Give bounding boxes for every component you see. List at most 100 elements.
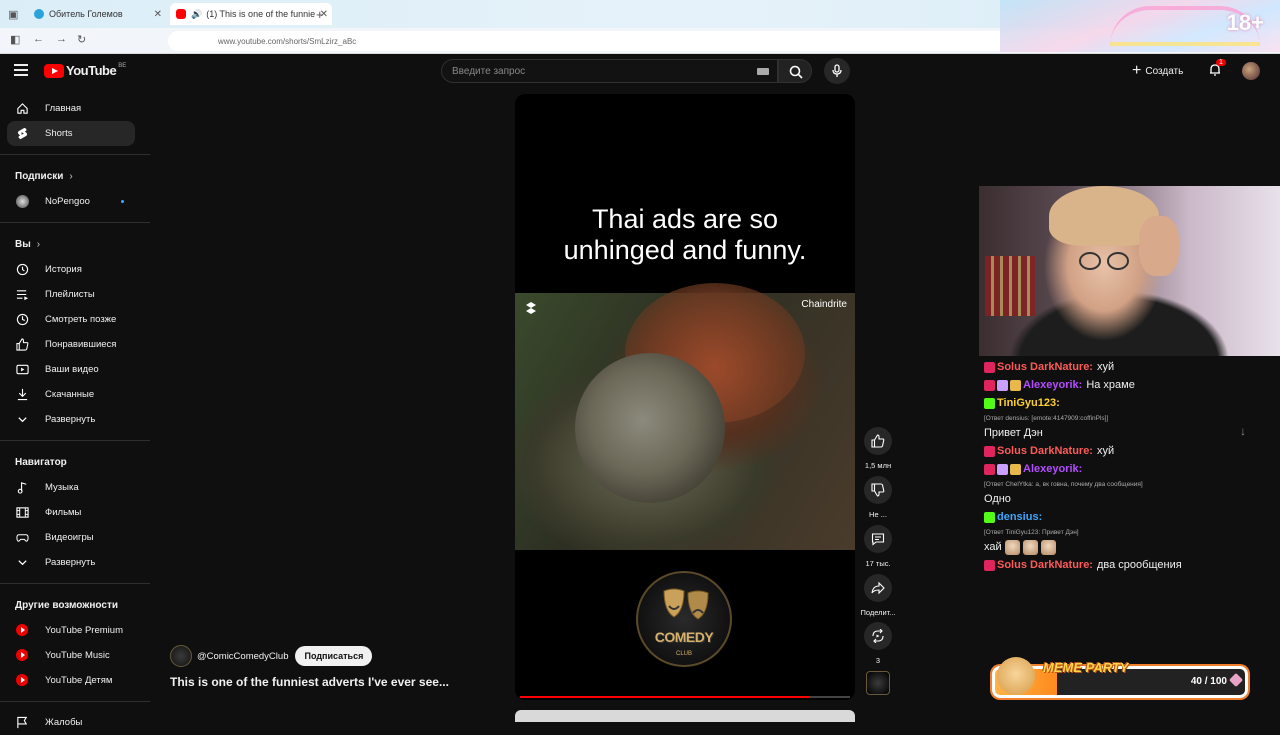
next-short-preview[interactable] bbox=[515, 710, 855, 722]
account-avatar[interactable] bbox=[1242, 62, 1260, 80]
share-button[interactable] bbox=[864, 574, 892, 602]
webcam-background-shelf bbox=[985, 256, 1035, 316]
sidebar-toggle-icon[interactable]: ◧ bbox=[10, 33, 20, 46]
video-progress-bar[interactable] bbox=[520, 696, 850, 698]
sidebar-item-label: Скачанные bbox=[45, 389, 95, 400]
sidebar-item-expand-you[interactable]: Развернуть bbox=[0, 407, 150, 432]
sidebar-item-history[interactable]: История bbox=[0, 257, 150, 282]
chat-username[interactable]: TiniGyu123: bbox=[997, 397, 1060, 409]
sidebar-item-home[interactable]: Главная bbox=[0, 96, 150, 121]
youtube-logo[interactable]: YouTube BE bbox=[44, 63, 126, 78]
sidebar-item-films[interactable]: Фильмы bbox=[0, 500, 150, 525]
speaker-icon: 🔊 bbox=[191, 8, 203, 19]
reload-icon[interactable]: ↻ bbox=[77, 33, 86, 46]
chat-username[interactable]: Solus DarkNature: bbox=[997, 445, 1093, 457]
like-action[interactable]: 1,5 млн bbox=[862, 427, 894, 470]
video-caption: Thai ads are so unhinged and funny. bbox=[515, 204, 855, 266]
video-title[interactable]: This is one of the funniest adverts I've… bbox=[170, 675, 449, 689]
notifications-button[interactable]: 1 bbox=[1208, 59, 1226, 77]
chat-reply-context: [Ответ ChelYtka: а, вк говна, почему два… bbox=[984, 480, 1143, 488]
forward-icon[interactable]: → bbox=[56, 33, 67, 45]
search-input[interactable]: Введите запрос bbox=[441, 59, 778, 83]
sidebar-item-label: Плейлисты bbox=[45, 289, 95, 300]
chat-text: Привет Дэн bbox=[984, 427, 1043, 439]
back-icon[interactable]: ← bbox=[33, 33, 44, 45]
sidebar-item-label: История bbox=[45, 264, 82, 275]
chat-reply-context: [Ответ densius: [emote:4147909:coffinPls… bbox=[984, 414, 1109, 422]
sidebar-item-nopengoo[interactable]: NoPengoo bbox=[0, 189, 150, 214]
sidebar-item-watch-later[interactable]: Смотреть позже bbox=[0, 307, 150, 332]
sidebar-item-report-history[interactable]: Жалобы bbox=[0, 710, 150, 735]
sidebar-item-expand-explore[interactable]: Развернуть bbox=[0, 550, 150, 575]
sidebar-item-your-videos[interactable]: Ваши видео bbox=[0, 357, 150, 382]
sidebar-item-youtube-music[interactable]: YouTube Music bbox=[0, 643, 150, 668]
webcam-glasses-right bbox=[1107, 252, 1129, 270]
dislike-label: Не ... bbox=[869, 510, 887, 519]
sidebar-item-music[interactable]: Музыка bbox=[0, 475, 150, 500]
sidebar-divider bbox=[0, 222, 150, 223]
sidebar-item-liked[interactable]: Понравившиеся bbox=[0, 332, 150, 357]
menu-icon[interactable] bbox=[14, 64, 28, 76]
create-button[interactable]: + Создать bbox=[1132, 62, 1183, 80]
chat-username[interactable]: Solus DarkNature: bbox=[997, 361, 1093, 373]
arrow-down-icon[interactable]: ↓ bbox=[1240, 424, 1246, 438]
you-header[interactable]: Вы › bbox=[0, 231, 150, 257]
subscribe-button[interactable]: Подписаться bbox=[295, 646, 373, 666]
remix-action[interactable]: 3 bbox=[862, 622, 894, 665]
chat-text: На храме bbox=[1086, 379, 1135, 391]
dislike-action[interactable]: Не ... bbox=[862, 476, 894, 519]
search-button[interactable] bbox=[778, 59, 812, 83]
chat-username[interactable]: Alexeyorik: bbox=[1023, 379, 1082, 391]
close-icon[interactable]: ✕ bbox=[154, 9, 162, 20]
tab-1[interactable]: Обитель Големов ✕ bbox=[28, 3, 166, 25]
chat-username[interactable]: Alexeyorik: bbox=[1023, 463, 1082, 475]
sidebar-item-downloads[interactable]: Скачанные bbox=[0, 382, 150, 407]
sidebar-item-label: Смотреть позже bbox=[45, 314, 117, 325]
chat-message: Одно bbox=[984, 490, 1280, 508]
chat-message: Привет Дэн bbox=[984, 424, 1280, 442]
chat-text: хуй bbox=[1096, 361, 1115, 373]
remix-count: 3 bbox=[875, 656, 881, 665]
sidebar-item-youtube-premium[interactable]: YouTube Premium bbox=[0, 618, 150, 643]
webcam-glasses-left bbox=[1079, 252, 1101, 270]
comedy-logo-subtext: CLUB bbox=[675, 651, 692, 657]
chat-text: хуй bbox=[1096, 445, 1115, 457]
sidebar-item-shorts[interactable]: Shorts bbox=[7, 121, 135, 146]
sidebar-item-label: Видеоигры bbox=[45, 532, 94, 543]
channel-avatar[interactable] bbox=[170, 645, 192, 667]
comments-button[interactable] bbox=[864, 525, 892, 553]
shorts-icon bbox=[17, 127, 28, 140]
chat-username[interactable]: Solus DarkNature: bbox=[997, 559, 1093, 571]
chevron-right-icon: › bbox=[36, 238, 41, 250]
remix-button[interactable] bbox=[864, 622, 892, 650]
tab-1-title: Обитель Големов bbox=[49, 9, 123, 19]
chat-text: Одно bbox=[984, 493, 1011, 505]
like-button[interactable] bbox=[864, 427, 892, 455]
comments-action[interactable]: 17 тыс. bbox=[862, 525, 894, 568]
shorts-player[interactable]: Thai ads are so unhinged and funny. Chai… bbox=[515, 94, 855, 700]
youtube-icon bbox=[176, 9, 186, 19]
plus-icon: + bbox=[1132, 62, 1142, 79]
tab-2[interactable]: 🔊 (1) This is one of the funnie ✕ bbox=[170, 3, 332, 25]
dislike-button[interactable] bbox=[864, 476, 892, 504]
sidebar-item-playlists[interactable]: Плейлисты bbox=[0, 282, 150, 307]
keyboard-icon[interactable] bbox=[757, 68, 769, 75]
search-icon bbox=[789, 65, 803, 79]
channel-handle[interactable]: @ComicComedyClub bbox=[197, 651, 288, 662]
chat-text: два срообщения bbox=[1096, 559, 1182, 571]
chat-emote-icon bbox=[1022, 539, 1038, 555]
live-badge-icon bbox=[984, 559, 995, 571]
share-action[interactable]: Поделит... bbox=[860, 574, 896, 617]
sound-channel-thumbnail[interactable] bbox=[866, 671, 890, 695]
video-progress-fill bbox=[520, 696, 811, 698]
voice-search-button[interactable] bbox=[824, 58, 850, 84]
new-tab-icon[interactable]: + bbox=[316, 7, 324, 22]
address-bar[interactable]: www.youtube.com/shorts/SmLzirz_aBc bbox=[168, 31, 1088, 51]
tab-actions-icon[interactable]: ▣ bbox=[8, 8, 18, 21]
sidebar-item-games[interactable]: Видеоигры bbox=[0, 525, 150, 550]
chat-username[interactable]: densius: bbox=[997, 511, 1042, 523]
theater-masks-icon bbox=[663, 588, 709, 620]
create-label: Создать bbox=[1145, 65, 1184, 77]
subscriptions-header[interactable]: Подписки › bbox=[0, 163, 150, 189]
sidebar-item-youtube-kids[interactable]: YouTube Детям bbox=[0, 668, 150, 693]
